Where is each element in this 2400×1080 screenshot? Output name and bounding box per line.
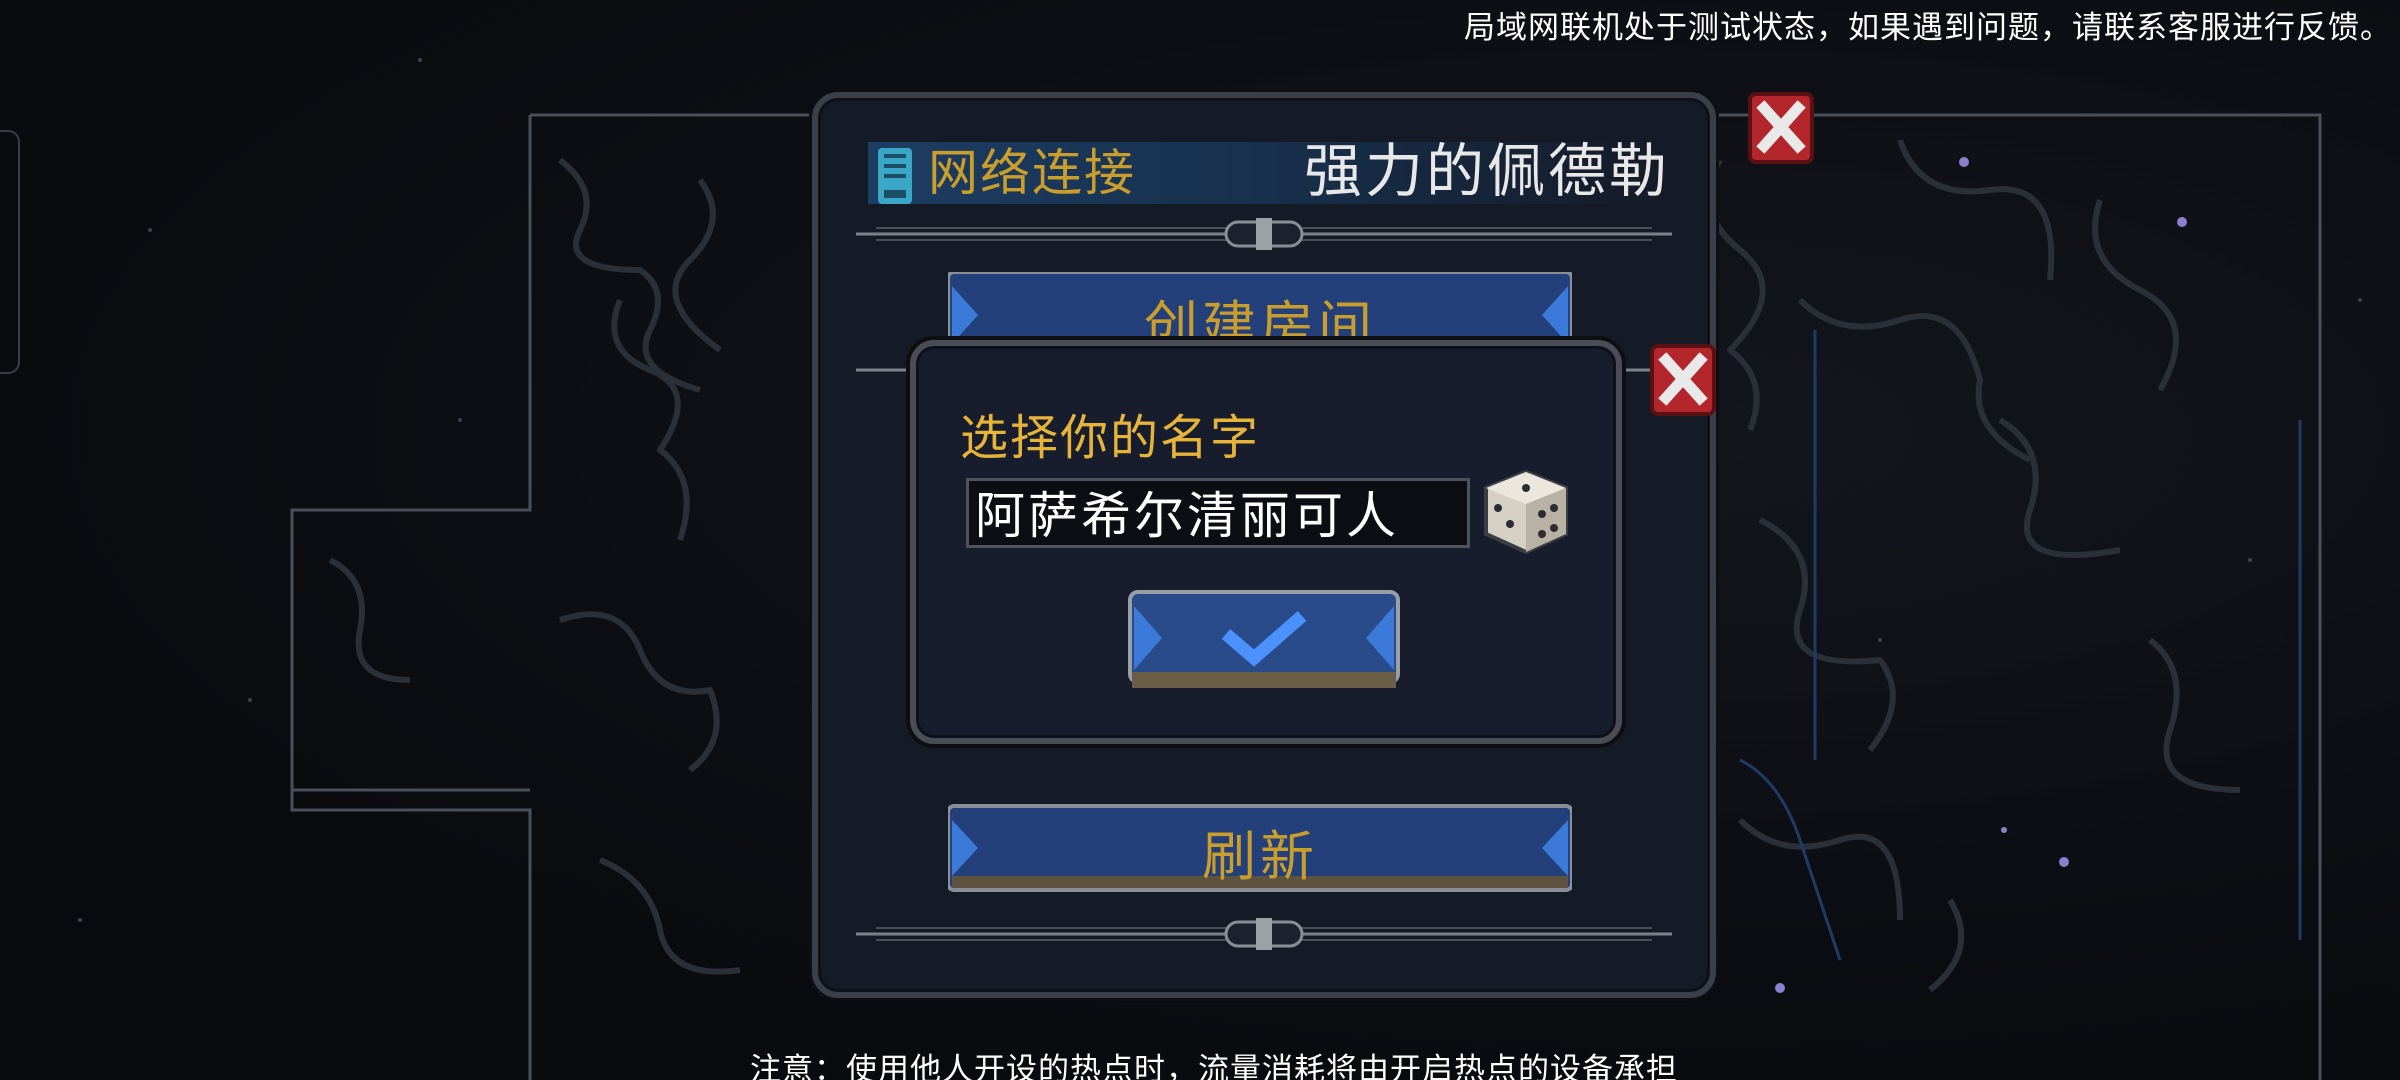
ornament-divider xyxy=(856,918,1672,950)
close-name-dialog-button[interactable] xyxy=(1650,344,1716,416)
lan-test-notice: 局域网联机处于测试状态，如果遇到问题，请联系客服进行反馈。 xyxy=(1464,10,2392,46)
player-name-display: 强力的佩德勒 xyxy=(1303,137,1670,205)
ornament-divider xyxy=(856,218,1672,250)
network-card-icon xyxy=(878,148,912,204)
close-network-panel-button[interactable] xyxy=(1748,92,1814,164)
dice-icon[interactable] xyxy=(1480,468,1572,556)
choose-name-dialog: 选择你的名字 阿萨希尔清丽可人 xyxy=(910,340,1622,744)
dialog-title: 选择你的名字 xyxy=(960,410,1261,466)
game-screen: 局域网联机处于测试状态，如果遇到问题，请联系客服进行反馈。 网络连接 强力的佩德… xyxy=(0,0,2400,1080)
panel-title: 网络连接 xyxy=(928,144,1136,202)
refresh-button[interactable]: 刷新 xyxy=(948,802,1572,894)
hotspot-notice: 注意：使用他人开设的热点时，流量消耗将由开启热点的设备承担 xyxy=(750,1052,1678,1080)
confirm-name-button[interactable] xyxy=(1128,590,1400,692)
side-drawer-handle[interactable] xyxy=(0,130,20,374)
create-room-button[interactable]: 创建房间 xyxy=(948,272,1572,342)
name-input[interactable]: 阿萨希尔清丽可人 xyxy=(966,478,1470,548)
